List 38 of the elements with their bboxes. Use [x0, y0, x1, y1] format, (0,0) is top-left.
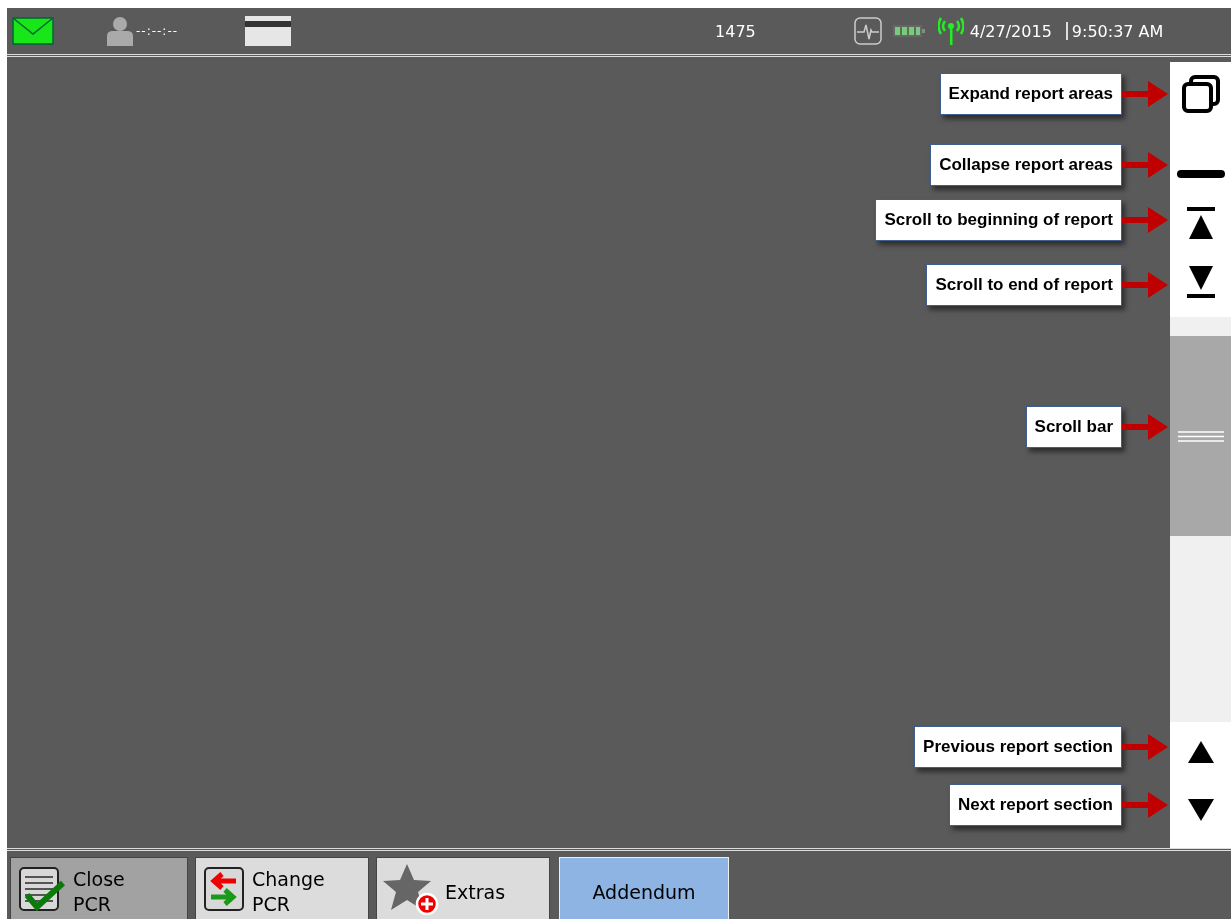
triangle-up-icon: [1186, 740, 1215, 764]
timer-text: --:--:--: [136, 24, 179, 38]
mail-icon[interactable]: [12, 17, 54, 45]
battery-icon: [891, 23, 926, 39]
callout-label: Expand report areas: [939, 73, 1122, 115]
callout-label: Collapse report areas: [930, 144, 1122, 186]
callout-label: Next report section: [949, 784, 1122, 826]
grip-icon: [1177, 430, 1224, 442]
scrollbar-thumb[interactable]: [1170, 336, 1231, 536]
antenna-icon: [937, 17, 964, 45]
star-plus-icon: [383, 862, 439, 916]
extras-button[interactable]: Extras: [376, 857, 550, 919]
unit-number: 1475: [715, 21, 756, 41]
pointer-arrow: [1122, 732, 1170, 762]
date-text: 4/27/2015: [969, 21, 1052, 41]
ecg-monitor-icon: [853, 17, 882, 45]
callout-label: Scroll to beginning of report: [875, 199, 1122, 241]
person-icon: [106, 16, 134, 46]
pointer-arrow: [1122, 412, 1170, 442]
change-button[interactable]: Change PCR: [195, 857, 369, 919]
pointer-arrow: [1122, 205, 1170, 235]
pointer-arrow: [1122, 270, 1170, 300]
pointer-arrow: [1122, 150, 1170, 180]
pointer-arrow: [1122, 79, 1170, 109]
triangle-up-bar-icon: [1186, 207, 1215, 241]
card-icon: [245, 16, 292, 46]
time-text: 9:50:37 AM: [1071, 21, 1164, 41]
swap-document-icon: [202, 865, 246, 913]
callout-label: Scroll to end of report: [926, 264, 1122, 306]
minus-icon: [1176, 170, 1225, 178]
triangle-down-icon: [1186, 798, 1215, 822]
pointer-arrow: [1122, 790, 1170, 820]
triangle-down-bar-icon: [1186, 264, 1215, 298]
text-button[interactable]: Addendum: [559, 857, 729, 919]
stacked-squares-icon: [1180, 74, 1221, 114]
callout-label: Scroll bar: [1025, 406, 1122, 448]
callout-label: Previous report section: [914, 726, 1122, 768]
checklist-icon: [17, 865, 67, 913]
